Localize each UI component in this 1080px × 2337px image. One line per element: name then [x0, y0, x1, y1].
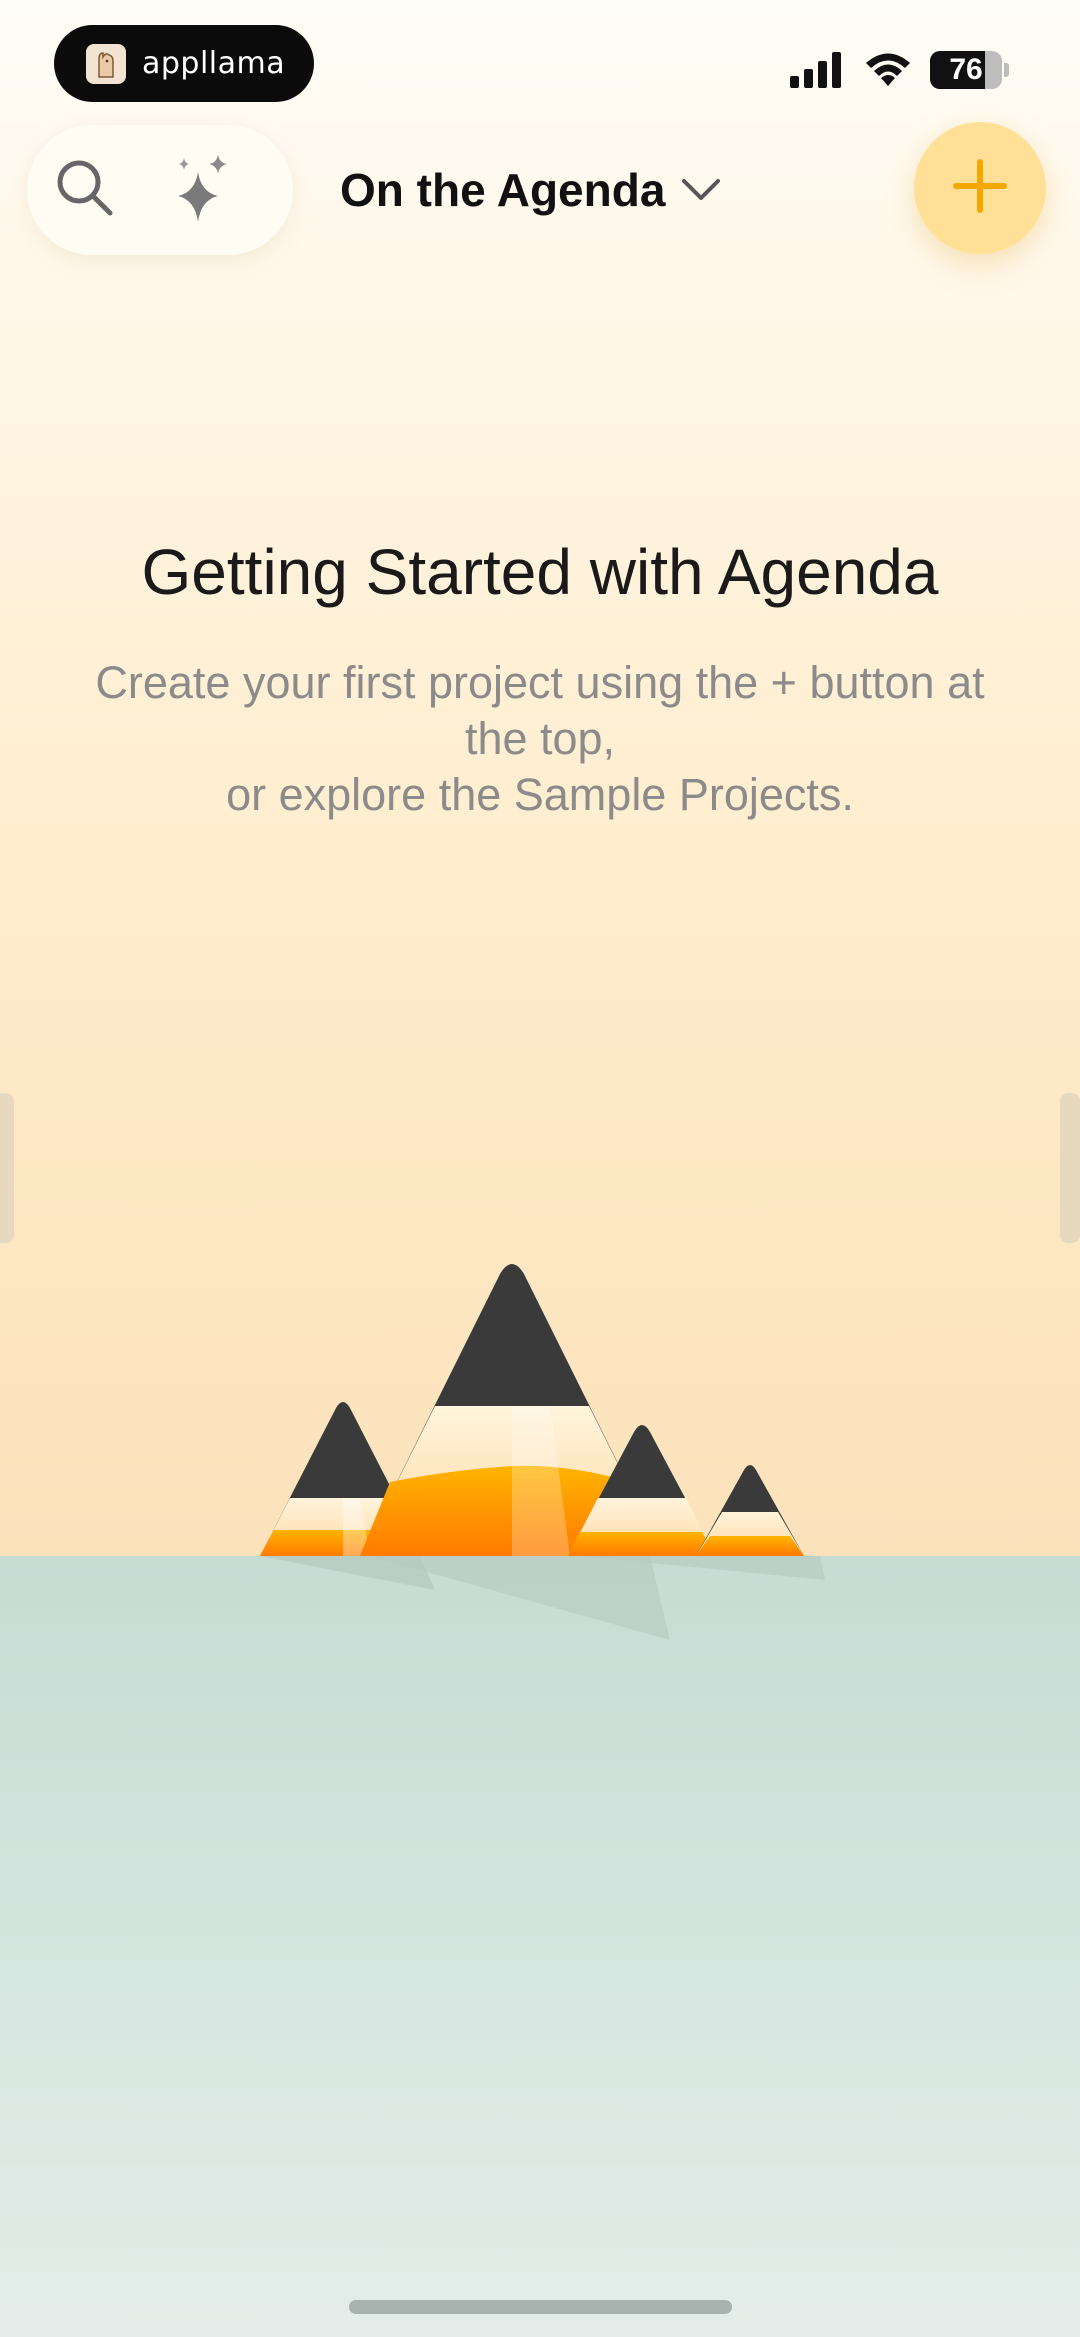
empty-state-description: Create your first project using the + bu…: [60, 655, 1020, 823]
overview-title: On the Agenda: [340, 164, 666, 216]
overview-selector[interactable]: On the Agenda: [340, 150, 721, 230]
water-background: [0, 1556, 1080, 2337]
battery-indicator: 76: [930, 51, 1009, 89]
empty-state-heading: Getting Started with Agenda: [141, 536, 939, 608]
battery-percentage: 76: [949, 53, 983, 86]
search-button[interactable]: [40, 145, 130, 235]
toolbar-left-group: [27, 125, 293, 255]
home-indicator[interactable]: [349, 2300, 732, 2314]
right-drawer-handle[interactable]: [1060, 1093, 1080, 1243]
llama-icon: [86, 43, 126, 84]
add-project-button[interactable]: [914, 122, 1046, 254]
description-line-3: or explore the Sample Projects.: [226, 769, 854, 820]
chevron-down-icon: [681, 177, 721, 208]
plus-icon: [952, 158, 1008, 219]
description-line-2: the top,: [464, 713, 616, 764]
sparkle-icon: [170, 152, 236, 229]
appllama-badge: appllama: [54, 25, 314, 102]
ai-assistant-button[interactable]: [158, 145, 248, 235]
wifi-icon: [864, 50, 912, 93]
pencil-mountains-illustration: [250, 1260, 840, 1640]
left-drawer-handle[interactable]: [0, 1093, 14, 1243]
search-icon: [53, 156, 117, 225]
description-line-1: Create your first project using the + bu…: [95, 657, 985, 708]
brand-label: appllama: [142, 46, 286, 81]
cellular-signal-icon: [790, 52, 844, 93]
